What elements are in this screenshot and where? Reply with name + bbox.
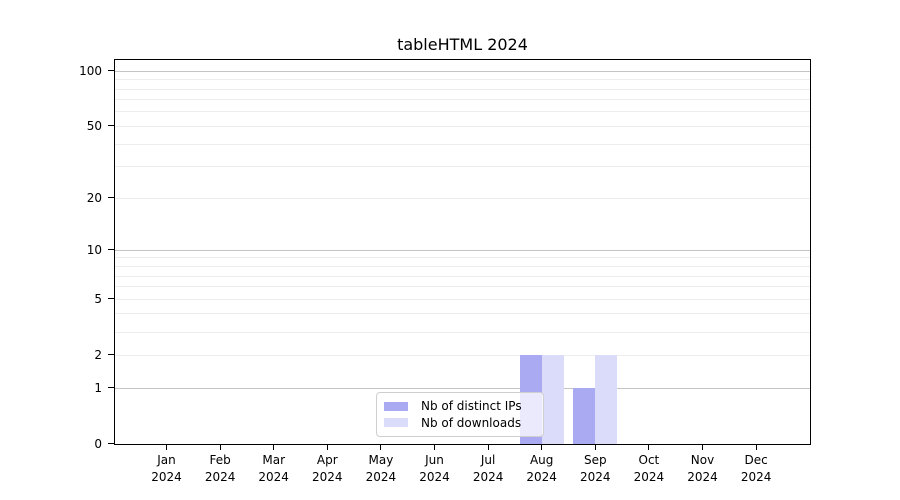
x-tick-label-jun: Jun 2024	[407, 452, 463, 486]
y-tick	[108, 125, 114, 126]
x-tick	[166, 445, 167, 450]
y-tick-label: 10	[0, 242, 102, 258]
x-tick-label-jul: Jul 2024	[460, 452, 516, 486]
y-tick-label: 1	[0, 380, 102, 396]
x-tick-label-nov: Nov 2024	[675, 452, 731, 486]
x-tick-label-sep: Sep 2024	[567, 452, 623, 486]
x-tick	[756, 445, 757, 450]
legend: Nb of distinct IPs Nb of downloads	[376, 392, 544, 437]
legend-label-distinct-ips: Nb of distinct IPs	[421, 399, 522, 413]
legend-item-distinct-ips: Nb of distinct IPs	[384, 399, 536, 414]
y-tick	[108, 354, 114, 355]
x-tick-label-jan: Jan 2024	[139, 452, 195, 486]
y-tick	[108, 387, 114, 388]
y-tick-label: 2	[0, 347, 102, 363]
x-tick-label-aug: Aug 2024	[514, 452, 570, 486]
x-tick	[327, 445, 328, 450]
y-tick	[108, 298, 114, 299]
y-tick-label: 100	[0, 63, 102, 79]
x-tick-label-mar: Mar 2024	[246, 452, 302, 486]
y-tick-label: 20	[0, 190, 102, 206]
y-tick-label: 50	[0, 118, 102, 134]
x-tick-label-oct: Oct 2024	[621, 452, 677, 486]
x-tick	[541, 445, 542, 450]
x-tick-label-feb: Feb 2024	[192, 452, 248, 486]
y-tick-label: 5	[0, 291, 102, 307]
x-tick	[380, 445, 381, 450]
x-tick-label-may: May 2024	[353, 452, 409, 486]
y-tick	[108, 249, 114, 250]
y-tick	[108, 70, 114, 71]
x-tick	[702, 445, 703, 450]
x-tick	[488, 445, 489, 450]
chart-figure: tableHTML 2024 0125102050100Jan 2024Feb …	[0, 0, 900, 500]
legend-item-downloads: Nb of downloads	[384, 415, 536, 430]
legend-label-downloads: Nb of downloads	[421, 416, 521, 430]
y-tick	[108, 443, 114, 444]
x-tick	[220, 445, 221, 450]
x-tick-label-apr: Apr 2024	[299, 452, 355, 486]
x-tick-label-dec: Dec 2024	[728, 452, 784, 486]
y-tick-label: 0	[0, 436, 102, 452]
x-tick	[595, 445, 596, 450]
x-tick	[434, 445, 435, 450]
y-tick	[108, 197, 114, 198]
x-tick	[273, 445, 274, 450]
legend-swatch-downloads	[384, 418, 408, 427]
x-tick	[648, 445, 649, 450]
legend-swatch-distinct-ips	[384, 402, 408, 411]
